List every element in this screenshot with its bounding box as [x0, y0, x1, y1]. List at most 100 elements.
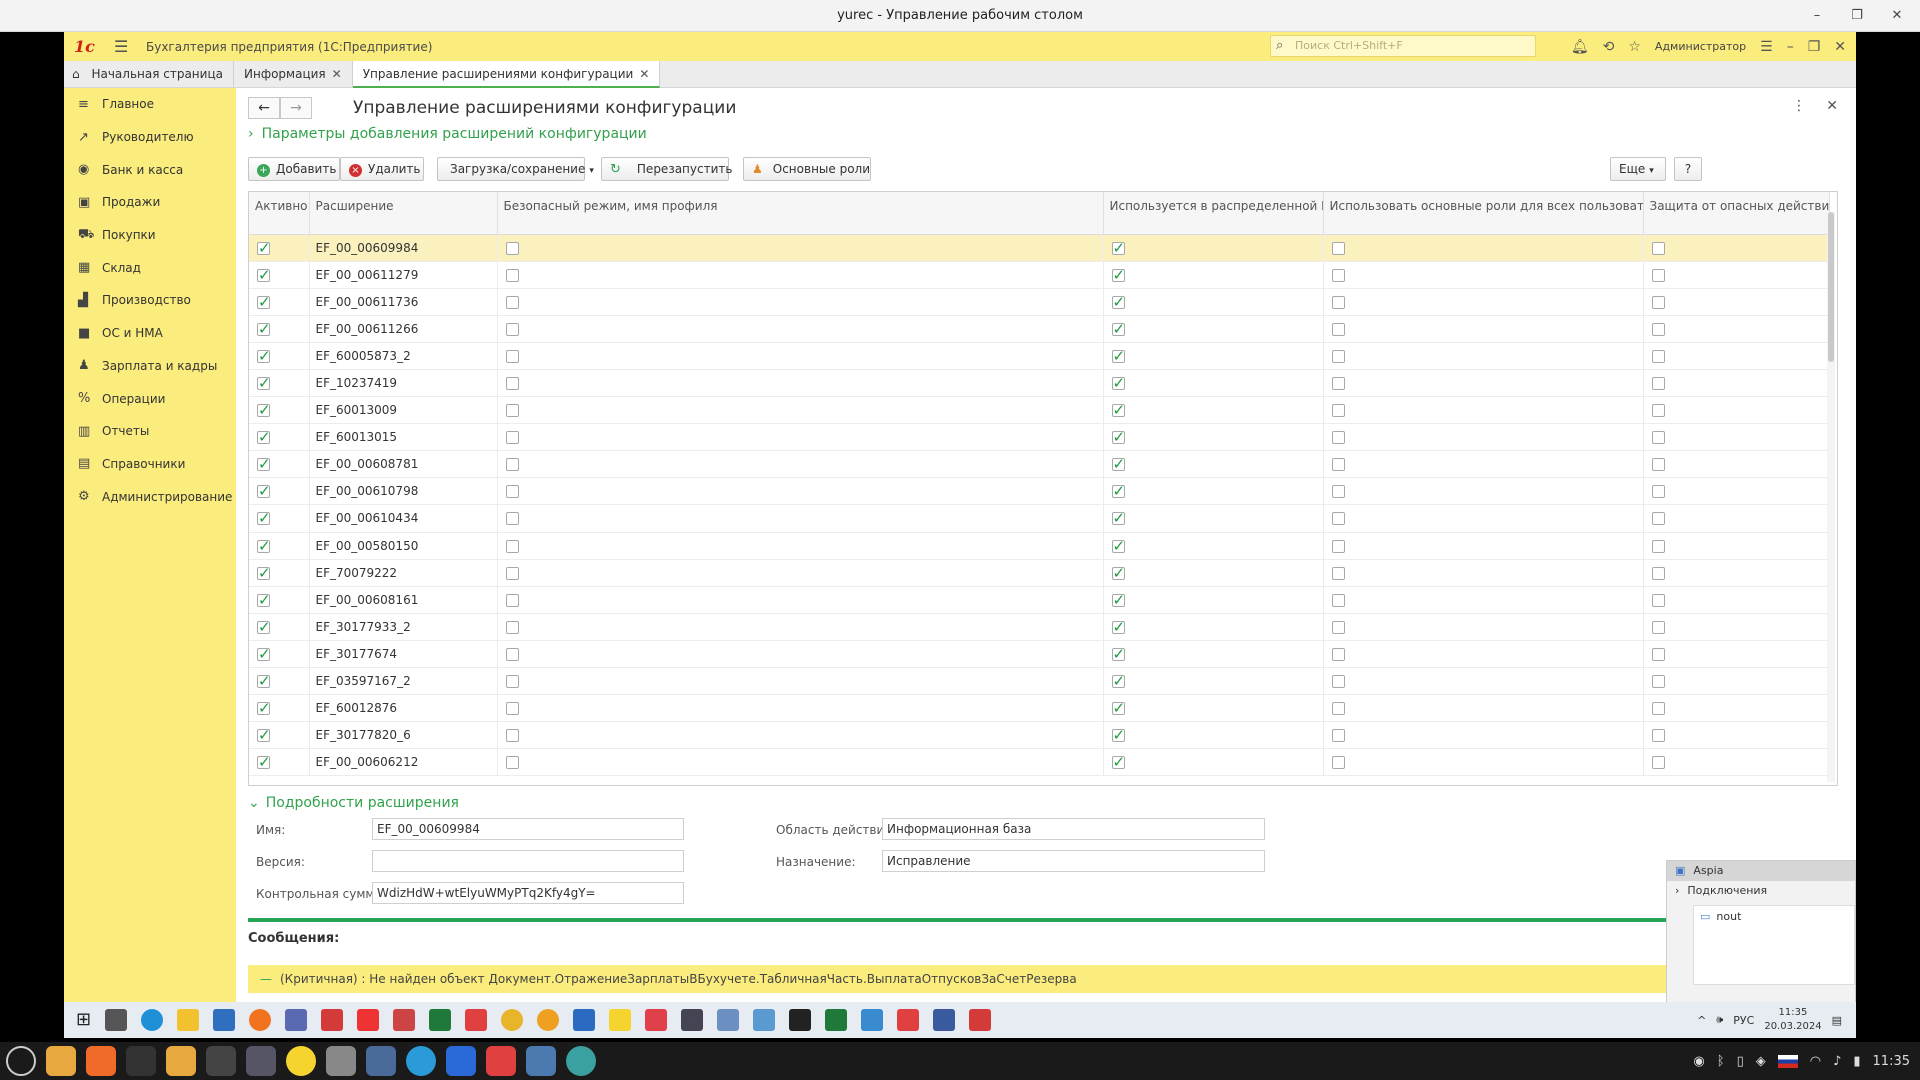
col-header-extension[interactable]: Расширение	[309, 192, 498, 235]
main-roles-checkbox[interactable]	[1331, 268, 1345, 282]
safe-mode-checkbox[interactable]	[505, 647, 519, 661]
files-icon[interactable]	[46, 1046, 76, 1076]
protection-checkbox[interactable]	[1651, 404, 1665, 418]
app-icon[interactable]	[429, 1009, 452, 1031]
table-row[interactable]: EF_00_00608161	[249, 586, 1830, 614]
scrollbar-thumb[interactable]	[1828, 212, 1834, 362]
start-icon[interactable]: ⊞	[76, 1009, 91, 1031]
main-roles-checkbox[interactable]	[1331, 295, 1345, 309]
col-header-main-roles[interactable]: Использовать основные роли для всех поль…	[1323, 192, 1644, 235]
distributed-checkbox[interactable]	[1111, 374, 1125, 392]
main-roles-checkbox[interactable]	[1331, 404, 1345, 418]
protection-checkbox[interactable]	[1651, 702, 1665, 716]
table-scrollbar[interactable]	[1827, 212, 1835, 782]
notification-icon[interactable]: ▤	[1832, 1014, 1842, 1027]
close-form-icon[interactable]: ✕	[1826, 98, 1838, 114]
table-row[interactable]: EF_60013015	[249, 423, 1830, 452]
maximize-button[interactable]: ❐	[1842, 0, 1872, 32]
col-header-active[interactable]: Активно	[249, 192, 310, 235]
mail-icon[interactable]	[213, 1009, 236, 1031]
chevron-up-icon[interactable]: ^	[1697, 1014, 1706, 1027]
distributed-checkbox[interactable]	[1111, 239, 1125, 257]
main-roles-checkbox[interactable]	[1331, 322, 1345, 336]
protection-checkbox[interactable]	[1651, 593, 1665, 607]
protection-checkbox[interactable]	[1651, 349, 1665, 363]
app-icon[interactable]	[861, 1009, 884, 1031]
active-checkbox[interactable]	[257, 293, 271, 311]
app-icon[interactable]	[645, 1009, 668, 1031]
active-checkbox[interactable]	[257, 347, 271, 365]
main-roles-button[interactable]: ♟ Основные роли	[743, 157, 871, 181]
flag-icon[interactable]	[1777, 1054, 1798, 1068]
table-row[interactable]: EF_30177933_2	[249, 613, 1830, 641]
table-row[interactable]: EF_30177820_6	[249, 721, 1830, 750]
distributed-checkbox[interactable]	[1111, 428, 1125, 446]
distributed-checkbox[interactable]	[1111, 564, 1125, 582]
safe-mode-checkbox[interactable]	[505, 729, 519, 743]
forward-arrow-icon[interactable]: →	[280, 97, 312, 119]
sidebar-item-operations[interactable]: % Операции	[64, 382, 236, 415]
sidebar-item-production[interactable]: ▟ Производство	[64, 284, 236, 317]
app-tray-icon[interactable]: ◉	[1693, 1054, 1704, 1069]
popup-row-connections[interactable]: › Подключения	[1667, 881, 1855, 901]
close-tab-icon[interactable]: ✕	[639, 67, 649, 81]
protection-checkbox[interactable]	[1651, 241, 1665, 255]
1c-icon[interactable]	[286, 1046, 316, 1076]
distributed-checkbox[interactable]	[1111, 645, 1125, 663]
app-icon[interactable]	[681, 1009, 704, 1031]
safe-mode-checkbox[interactable]	[505, 377, 519, 391]
sidebar-item-manager[interactable]: ↗ Руководителю	[64, 121, 236, 154]
active-checkbox[interactable]	[257, 753, 271, 771]
edge-icon[interactable]	[141, 1009, 164, 1031]
safe-mode-checkbox[interactable]	[505, 349, 519, 363]
back-arrow-icon[interactable]: ←	[248, 97, 280, 119]
distributed-checkbox[interactable]	[1111, 726, 1125, 744]
star-icon[interactable]: ☆	[1628, 39, 1641, 55]
wifi-icon[interactable]: ◠	[1810, 1054, 1821, 1069]
active-checkbox[interactable]	[257, 239, 271, 257]
volume-icon[interactable]: ♪	[1833, 1054, 1841, 1069]
protection-checkbox[interactable]	[1651, 458, 1665, 472]
app-icon[interactable]	[566, 1046, 596, 1076]
app-icon[interactable]	[206, 1046, 236, 1076]
app-minimize-button[interactable]: –	[1787, 39, 1794, 55]
main-roles-checkbox[interactable]	[1331, 377, 1345, 391]
active-checkbox[interactable]	[257, 726, 271, 744]
table-row[interactable]: EF_10237419	[249, 369, 1830, 398]
search-input[interactable]: ⌕ Поиск Ctrl+Shift+F	[1270, 35, 1536, 57]
distributed-checkbox[interactable]	[1111, 591, 1125, 609]
main-roles-checkbox[interactable]	[1331, 702, 1345, 716]
distributed-checkbox[interactable]	[1111, 672, 1125, 690]
menu-icon[interactable]	[6, 1046, 36, 1076]
terminal-icon[interactable]	[789, 1009, 812, 1031]
anydesk-icon[interactable]	[321, 1009, 344, 1031]
active-checkbox[interactable]	[257, 618, 271, 636]
main-roles-checkbox[interactable]	[1331, 458, 1345, 472]
distributed-checkbox[interactable]	[1111, 293, 1125, 311]
settings-menu-icon[interactable]: ☰	[1760, 39, 1773, 55]
active-checkbox[interactable]	[257, 591, 271, 609]
col-header-distributed[interactable]: Используется в распределенной ИБ	[1103, 192, 1324, 235]
language-indicator[interactable]: РУС	[1733, 1014, 1754, 1027]
protection-checkbox[interactable]	[1651, 756, 1665, 770]
safe-mode-checkbox[interactable]	[505, 539, 519, 553]
task-view-icon[interactable]	[105, 1009, 128, 1031]
safe-mode-checkbox[interactable]	[505, 322, 519, 336]
table-row[interactable]: EF_03597167_2	[249, 667, 1830, 696]
safe-mode-checkbox[interactable]	[505, 268, 519, 282]
checksum-field[interactable]: WdizHdW+wtElyuWMyPTq2Kfy4gY=	[372, 882, 684, 904]
table-row[interactable]: EF_30177674	[249, 640, 1830, 669]
protection-checkbox[interactable]	[1651, 729, 1665, 743]
params-group-toggle[interactable]: › Параметры добавления расширений конфигу…	[248, 126, 647, 142]
protection-checkbox[interactable]	[1651, 295, 1665, 309]
app-icon[interactable]	[537, 1009, 560, 1031]
safe-mode-checkbox[interactable]	[505, 566, 519, 580]
volume-icon[interactable]: 🕪︎	[1716, 1013, 1723, 1027]
app-icon[interactable]	[897, 1009, 920, 1031]
shield-icon[interactable]: ◈	[1756, 1054, 1766, 1069]
distributed-checkbox[interactable]	[1111, 266, 1125, 284]
app-icon[interactable]	[717, 1009, 740, 1031]
sidebar-item-bank[interactable]: ◉ Банк и касса	[64, 153, 236, 186]
table-row[interactable]: EF_00_00610798	[249, 477, 1830, 506]
app-icon[interactable]	[753, 1009, 776, 1031]
